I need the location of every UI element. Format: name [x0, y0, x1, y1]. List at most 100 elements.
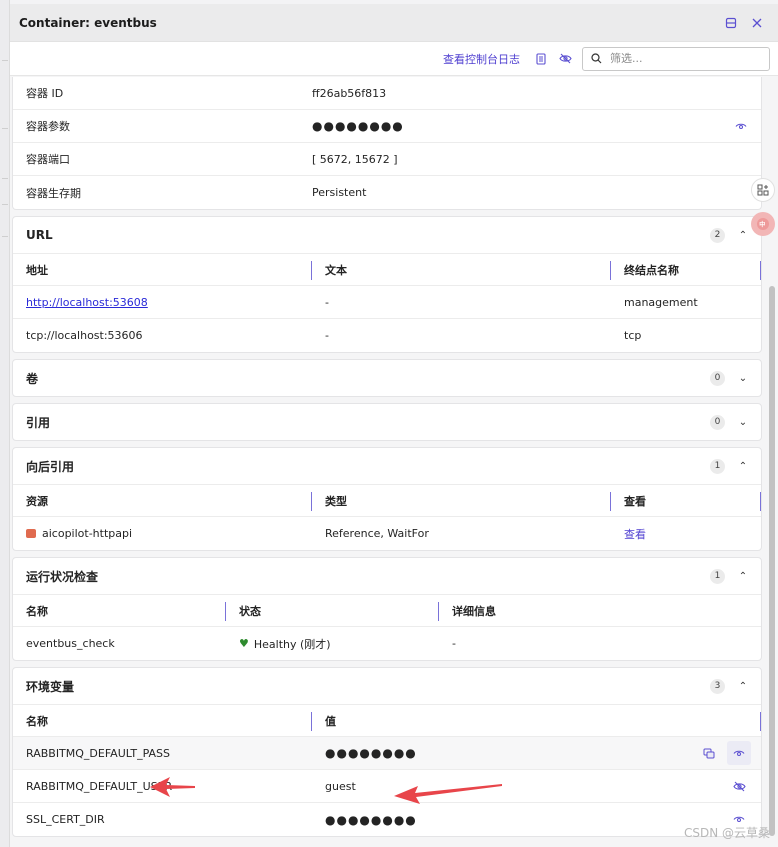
apps-grid-icon[interactable]	[751, 178, 775, 202]
filter-input-box[interactable]	[582, 46, 770, 71]
volumes-section: 卷 0 ⌄	[12, 359, 762, 397]
column-header[interactable]: 名称	[13, 705, 312, 736]
view-console-logs-link[interactable]: 查看控制台日志	[443, 51, 520, 67]
count-badge: 3	[710, 678, 725, 694]
chevron-up-icon[interactable]: ⌃	[737, 681, 749, 692]
prop-key: 容器 ID	[26, 87, 64, 100]
toolbar: 查看控制台日志	[10, 42, 778, 76]
column-header[interactable]: 文本	[312, 254, 611, 285]
chevron-up-icon[interactable]: ⌃	[737, 571, 749, 582]
section-title: 卷	[26, 371, 39, 386]
health-checks-section: 运行状况检查 1 ⌃ 名称 状态 详细信息 eventbus_check ♥ He…	[12, 557, 762, 661]
chevron-up-icon[interactable]: ⌃	[737, 461, 749, 472]
column-header[interactable]: 地址	[13, 254, 312, 285]
panel-header: Container: eventbus	[10, 4, 778, 42]
chevron-up-icon[interactable]: ⌃	[737, 230, 749, 241]
section-title: 引用	[26, 415, 51, 430]
health-status: Healthy (刚才)	[253, 637, 331, 651]
table-header: 地址 文本 终结点名称	[13, 253, 761, 286]
table-cell: eventbus_check	[26, 637, 115, 650]
table-row: http://localhost:53608 - management	[13, 286, 761, 319]
project-icon	[26, 529, 36, 538]
prop-key: 容器生存期	[26, 186, 81, 200]
url-section-header[interactable]: URL 2 ⌃	[13, 217, 761, 253]
table-header: 名称 状态 详细信息	[13, 594, 761, 627]
eye-off-icon[interactable]	[727, 774, 751, 798]
section-title: 运行状况检查	[26, 569, 99, 584]
env-vars-section: 环境变量 3 ⌃ 名称 值 RABBITMQ_DEFAULT_PASS ●●●●…	[12, 667, 762, 837]
count-badge: 1	[710, 568, 725, 584]
properties-card: 容器 ID ff26ab56f813 容器参数 ●●●●●●●● 容器端口 [ …	[12, 77, 762, 210]
eye-off-icon[interactable]	[554, 48, 576, 70]
table-row: RABBITMQ_DEFAULT_USER guest	[13, 770, 761, 803]
search-icon	[591, 53, 602, 64]
count-badge: 2	[710, 227, 725, 243]
table-cell: tcp	[624, 329, 642, 342]
column-header[interactable]: 状态	[226, 595, 439, 626]
table-cell: -	[325, 329, 329, 342]
column-header[interactable]: 详细信息	[439, 595, 761, 626]
heart-icon: ♥	[239, 637, 249, 650]
prop-row-container-ports: 容器端口 [ 5672, 15672 ]	[13, 143, 761, 176]
toggle-layout-icon[interactable]	[720, 12, 742, 34]
section-title: 环境变量	[26, 679, 75, 694]
column-header[interactable]: 查看	[611, 485, 761, 516]
back-references-section-header[interactable]: 向后引用 1 ⌃	[13, 448, 761, 484]
resource-name: aicopilot-httpapi	[42, 527, 133, 540]
table-header: 名称 值	[13, 704, 761, 737]
details-panel: Container: eventbus 查看控制台日志 容器 ID ff26ab…	[10, 4, 778, 847]
section-title: URL	[26, 228, 53, 242]
copy-icon[interactable]	[697, 741, 721, 765]
count-badge: 1	[710, 458, 725, 474]
table-row: tcp://localhost:53606 - tcp	[13, 319, 761, 352]
env-value: ●●●●●●●●	[325, 746, 417, 760]
table-cell: -	[452, 637, 456, 650]
document-icon[interactable]	[530, 48, 552, 70]
column-header[interactable]: 值	[312, 705, 761, 736]
watermark: CSDN @云草桑	[683, 826, 770, 840]
prop-value: ●●●●●●●●	[312, 119, 404, 133]
view-link[interactable]: 查看	[624, 526, 646, 542]
volumes-section-header[interactable]: 卷 0 ⌄	[13, 360, 761, 396]
references-section-header[interactable]: 引用 0 ⌄	[13, 404, 761, 440]
prop-value: ff26ab56f813	[312, 86, 387, 100]
column-header[interactable]: 终结点名称	[611, 254, 761, 285]
prop-row-container-args: 容器参数 ●●●●●●●●	[13, 110, 761, 143]
chevron-down-icon[interactable]: ⌄	[737, 417, 749, 428]
eye-icon[interactable]	[727, 741, 751, 765]
health-checks-section-header[interactable]: 运行状况检查 1 ⌃	[13, 558, 761, 594]
references-section: 引用 0 ⌄	[12, 403, 762, 441]
table-cell: tcp://localhost:53606	[26, 329, 143, 342]
close-icon[interactable]	[746, 12, 768, 34]
table-cell: RABBITMQ_DEFAULT_PASS	[26, 746, 170, 760]
prop-row-container-lifetime: 容器生存期 Persistent	[13, 176, 761, 209]
filter-input[interactable]	[610, 52, 760, 65]
table-cell: -	[325, 295, 329, 309]
prop-value: [ 5672, 15672 ]	[312, 152, 398, 166]
prop-key: 容器参数	[26, 120, 70, 133]
section-title: 向后引用	[26, 459, 75, 474]
column-header[interactable]: 资源	[13, 485, 312, 516]
table-row: aicopilot-httpapi Reference, WaitFor 查看	[13, 517, 761, 550]
back-references-section: 向后引用 1 ⌃ 资源 类型 查看 aicopilot-httpapi Refe…	[12, 447, 762, 551]
column-header[interactable]: 类型	[312, 485, 611, 516]
url-link[interactable]: http://localhost:53608	[26, 296, 148, 309]
chevron-down-icon[interactable]: ⌄	[737, 373, 749, 384]
annotation-arrow-left	[150, 777, 195, 797]
table-cell: management	[624, 295, 698, 309]
table-cell: Reference, WaitFor	[325, 527, 429, 540]
env-value: ●●●●●●●●	[325, 812, 417, 827]
scrollbar[interactable]	[769, 286, 775, 836]
table-row: eventbus_check ♥ Healthy (刚才) -	[13, 627, 761, 660]
details-body: 容器 ID ff26ab56f813 容器参数 ●●●●●●●● 容器端口 [ …	[12, 77, 762, 847]
table-cell: SSL_CERT_DIR	[26, 813, 105, 826]
prop-row-container-id: 容器 ID ff26ab56f813	[13, 77, 761, 110]
annotation-arrow-right	[394, 784, 502, 804]
count-badge: 0	[710, 414, 725, 430]
table-header: 资源 类型 查看	[13, 484, 761, 517]
eye-icon[interactable]	[721, 122, 761, 131]
env-vars-section-header[interactable]: 环境变量 3 ⌃	[13, 668, 761, 704]
translate-icon[interactable]: 中	[751, 212, 775, 236]
column-header[interactable]: 名称	[13, 595, 226, 626]
url-section: URL 2 ⌃ 地址 文本 终结点名称 http://localhost:536…	[12, 216, 762, 353]
